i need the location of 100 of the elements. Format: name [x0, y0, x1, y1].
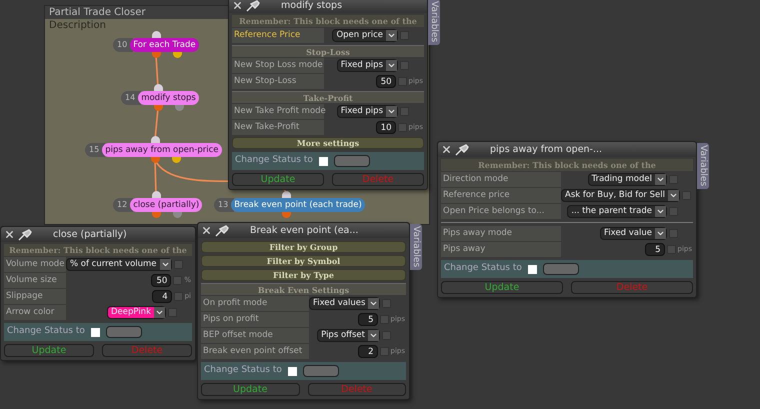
- status-checkbox[interactable]: [288, 366, 297, 376]
- collapsible-header[interactable]: Filter by Symbol: [201, 255, 406, 267]
- input-port-icon[interactable]: [282, 191, 291, 198]
- status-checkbox[interactable]: [90, 328, 100, 336]
- update-button[interactable]: Update: [201, 383, 300, 396]
- close-icon[interactable]: [232, 0, 243, 11]
- update-button[interactable]: Update: [232, 173, 324, 186]
- field-label: Slippage: [4, 289, 66, 304]
- canvas-title: Partial Trade Closer: [49, 8, 146, 18]
- field-label: Reference Price: [232, 28, 324, 43]
- panel-title: pips away from open-...: [490, 144, 602, 156]
- dropdown[interactable]: Fixed values: [309, 297, 380, 310]
- number-field[interactable]: 10: [376, 121, 396, 134]
- field-label: New Stop-Loss: [232, 74, 324, 89]
- caret-icon: [368, 298, 380, 309]
- output-port-icon[interactable]: [154, 105, 163, 111]
- node-number: 15: [85, 143, 106, 157]
- side-port-icon[interactable]: [173, 52, 182, 58]
- pin-icon[interactable]: [18, 228, 32, 240]
- status-checkbox[interactable]: [528, 264, 537, 274]
- caret-icon: [368, 330, 379, 341]
- status-label: Change Status to: [204, 364, 282, 378]
- dropdown[interactable]: Open price: [332, 29, 398, 42]
- notice-text: Remember: This block needs one of the: [4, 244, 192, 256]
- dropdown[interactable]: Ask for Buy, Bid for Sell: [561, 189, 680, 202]
- status-checkbox[interactable]: [318, 156, 328, 166]
- field-label: Volume mode: [4, 257, 66, 272]
- field-label: Arrow color: [4, 305, 66, 320]
- status-field[interactable]: [542, 263, 579, 275]
- input-port-icon[interactable]: [154, 84, 163, 91]
- number-field[interactable]: 50: [151, 274, 172, 287]
- node-label[interactable]: pips away from open-price: [102, 143, 222, 157]
- caret-icon: [386, 60, 397, 71]
- checkbox[interactable]: [666, 245, 676, 254]
- status-field[interactable]: [334, 155, 370, 167]
- checkbox[interactable]: [380, 315, 389, 324]
- close-icon[interactable]: [441, 144, 452, 155]
- update-button[interactable]: Update: [4, 344, 94, 357]
- side-port-icon[interactable]: [173, 212, 182, 218]
- input-port-icon[interactable]: [152, 191, 161, 198]
- notice-text: Remember: This block needs one of the: [232, 15, 424, 27]
- caret-icon: [160, 259, 171, 270]
- field-label: On profit mode: [201, 296, 309, 311]
- node-number: 13: [214, 198, 234, 212]
- panel-title: close (partially): [53, 228, 127, 240]
- collapsible-header[interactable]: Filter by Group: [201, 241, 406, 253]
- panel-title: modify stops: [281, 0, 342, 12]
- caret-icon: [655, 174, 666, 185]
- number-field[interactable]: 50: [376, 75, 396, 88]
- dropdown[interactable]: Fixed value: [600, 227, 667, 240]
- pin-icon[interactable]: [215, 224, 229, 236]
- node-label[interactable]: For each Trade: [130, 38, 199, 52]
- collapsible-header[interactable]: More settings: [232, 137, 424, 149]
- number-field[interactable]: 5: [644, 243, 665, 256]
- input-port-icon[interactable]: [152, 31, 161, 38]
- dropdown[interactable]: ... the parent trade: [567, 205, 667, 218]
- field-label: New Take Profit mode: [232, 104, 324, 119]
- dropdown[interactable]: Trading model: [588, 173, 667, 186]
- node-label[interactable]: Break even point (each trade): [231, 198, 365, 212]
- close-icon[interactable]: [4, 229, 15, 240]
- pin-icon[interactable]: [455, 144, 469, 156]
- number-field[interactable]: 4: [152, 290, 172, 303]
- status-field[interactable]: [302, 365, 339, 377]
- field-label: BEP offset mode: [201, 328, 309, 343]
- update-button[interactable]: Update: [441, 281, 563, 294]
- status-label: Change Status to: [444, 262, 522, 276]
- checkbox[interactable]: [398, 77, 407, 86]
- dropdown[interactable]: Fixed pips: [336, 105, 398, 118]
- side-port-icon[interactable]: [175, 105, 184, 111]
- number-field[interactable]: 2: [358, 345, 378, 358]
- pin-icon[interactable]: [246, 0, 260, 12]
- input-port-icon[interactable]: [151, 136, 160, 143]
- checkbox[interactable]: [174, 260, 183, 269]
- node-label[interactable]: modify stops: [138, 91, 199, 105]
- number-field[interactable]: 5: [358, 313, 378, 326]
- caret-icon: [668, 190, 679, 201]
- dropdown[interactable]: Pips offset: [317, 329, 380, 342]
- section-header: Break Even Settings: [201, 283, 406, 295]
- checkbox[interactable]: [174, 292, 183, 301]
- description-label: Description: [49, 21, 106, 31]
- dropdown[interactable]: Fixed pips: [336, 59, 398, 72]
- node-number: 12: [113, 198, 134, 212]
- checkbox[interactable]: [380, 347, 389, 356]
- output-port-icon[interactable]: [152, 52, 161, 58]
- output-port-icon[interactable]: [152, 212, 161, 218]
- checkbox[interactable]: [398, 123, 407, 132]
- side-port-icon[interactable]: [172, 157, 181, 163]
- checkbox[interactable]: [682, 191, 691, 200]
- node-label[interactable]: close (partially): [130, 198, 202, 212]
- section-header: Stop-Loss: [232, 45, 424, 57]
- output-port-icon[interactable]: [282, 212, 291, 218]
- output-port-icon[interactable]: [151, 157, 160, 163]
- section-header: Take-Profit: [232, 91, 424, 103]
- status-field[interactable]: [106, 326, 142, 338]
- close-icon[interactable]: [201, 225, 212, 236]
- field-label: New Take-Profit: [232, 120, 324, 135]
- field-label: New Stop Loss mode: [232, 58, 324, 73]
- collapsible-header[interactable]: Filter by Type: [201, 269, 406, 281]
- field-label: Pips away mode: [441, 226, 561, 241]
- dropdown[interactable]: % of current volume: [66, 258, 172, 271]
